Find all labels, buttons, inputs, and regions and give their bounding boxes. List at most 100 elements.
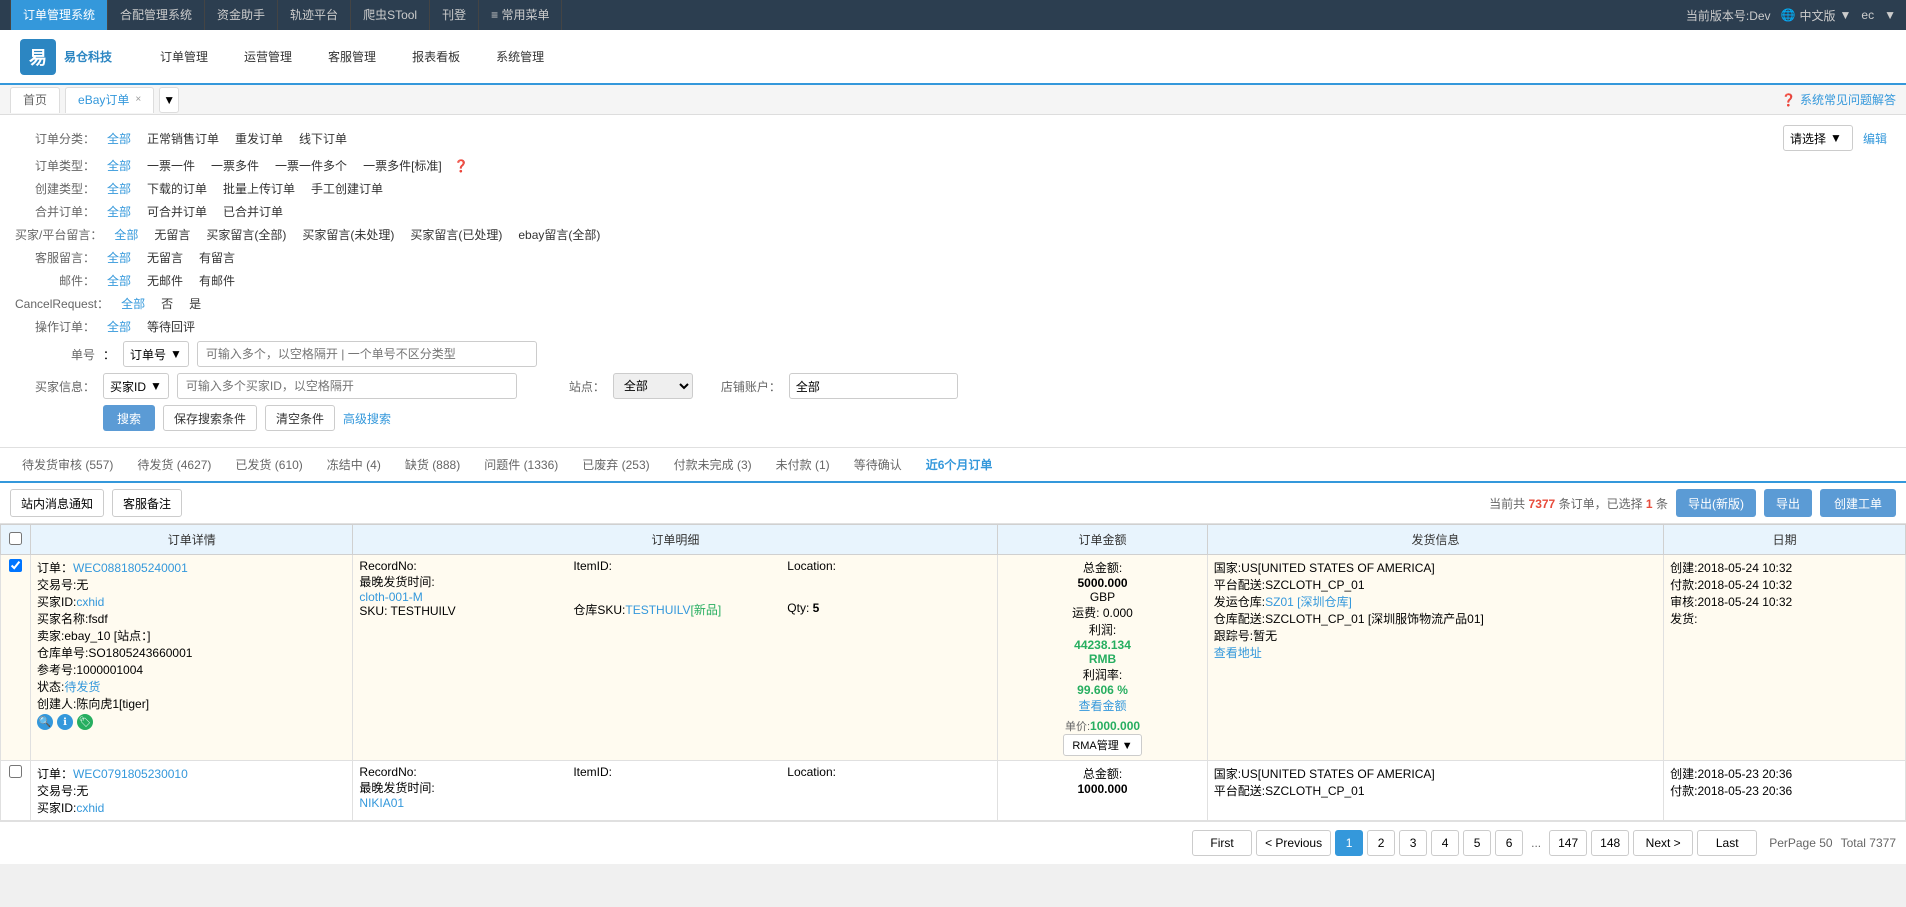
buyer-remark-all[interactable]: 全部	[110, 226, 142, 243]
attachment-none[interactable]: 无邮件	[143, 272, 187, 289]
cancel-all[interactable]: 全部	[117, 295, 149, 312]
row1-info-icon[interactable]: ℹ	[57, 714, 73, 730]
row1-tag-icon[interactable]: 🏷	[77, 714, 93, 730]
row1-buyer-id[interactable]: cxhid	[76, 595, 104, 609]
status-tab-pending-ship[interactable]: 待发货 (4627)	[125, 448, 223, 483]
page-5-button[interactable]: 5	[1463, 830, 1491, 856]
notify-button[interactable]: 站内消息通知	[10, 489, 104, 517]
model-type-multi-one[interactable]: 一票一件多个	[271, 157, 351, 174]
tab-dropdown[interactable]: ▼	[159, 87, 179, 113]
row1-view-details[interactable]: 查看金额	[1079, 699, 1127, 713]
status-tab-oos[interactable]: 缺货 (888)	[393, 448, 472, 483]
page-3-button[interactable]: 3	[1399, 830, 1427, 856]
create-order-button[interactable]: 创建工单	[1820, 489, 1896, 517]
save-search-button[interactable]: 保存搜索条件	[163, 405, 257, 431]
create-type-download[interactable]: 下载的订单	[143, 180, 211, 197]
order-no-type-select[interactable]: 订单号 ▼	[123, 341, 189, 367]
top-nav-item-crawler[interactable]: 爬虫STool	[351, 0, 430, 30]
shop-account-input[interactable]	[789, 373, 958, 399]
action-all[interactable]: 全部	[103, 318, 135, 335]
order-no-input[interactable]	[197, 341, 537, 367]
last-page-button[interactable]: Last	[1697, 830, 1757, 856]
top-nav-item-list[interactable]: 刊登	[430, 0, 479, 30]
status-tab-discarded[interactable]: 已废弃 (253)	[570, 448, 661, 483]
status-tab-unpaid[interactable]: 未付款 (1)	[764, 448, 842, 483]
row1-order-id[interactable]: WEC0881805240001	[73, 561, 188, 575]
model-type-one-one[interactable]: 一票一件	[143, 157, 199, 174]
page-2-button[interactable]: 2	[1367, 830, 1395, 856]
order-type-offline[interactable]: 线下订单	[295, 130, 351, 147]
type-select-dropdown[interactable]: 请选择 ▼	[1783, 125, 1853, 151]
create-type-batch[interactable]: 批量上传订单	[219, 180, 299, 197]
top-nav-item-finance[interactable]: 资金助手	[205, 0, 278, 30]
merge-can[interactable]: 可合并订单	[143, 203, 211, 220]
user-label[interactable]: ec	[1861, 8, 1874, 22]
customer-note-button[interactable]: 客服备注	[112, 489, 182, 517]
status-tab-unpaid-incomplete[interactable]: 付款未完成 (3)	[662, 448, 764, 483]
row1-warehouse-sku[interactable]: TESTHUILV	[625, 603, 690, 617]
menu-item-operation[interactable]: 运营管理	[226, 30, 310, 85]
page-4-button[interactable]: 4	[1431, 830, 1459, 856]
status-tab-frozen[interactable]: 冻结中 (4)	[315, 448, 393, 483]
buyer-info-input[interactable]	[177, 373, 517, 399]
row1-checkbox-cell[interactable]	[1, 555, 31, 761]
edit-filter-btn[interactable]: 编辑	[1859, 130, 1891, 147]
row2-checkbox[interactable]	[9, 765, 22, 778]
status-tab-shipped[interactable]: 已发货 (610)	[223, 448, 314, 483]
row2-cloth-link[interactable]: NIKIA01	[359, 796, 404, 810]
merge-done[interactable]: 已合并订单	[219, 203, 287, 220]
customer-remark-none[interactable]: 无留言	[143, 249, 187, 266]
help-link[interactable]: ❓ 系统常见问题解答	[1781, 91, 1896, 108]
buyer-remark-ebay[interactable]: ebay留言(全部)	[514, 226, 604, 243]
page-148-button[interactable]: 148	[1591, 830, 1629, 856]
buyer-remark-none[interactable]: 无留言	[150, 226, 194, 243]
top-nav-item-order[interactable]: 订单管理系统	[10, 0, 108, 30]
status-tab-problem[interactable]: 问题件 (1336)	[472, 448, 570, 483]
top-nav-item-match[interactable]: 合配管理系统	[108, 0, 205, 30]
order-type-all[interactable]: 全部	[103, 130, 135, 147]
menu-item-report[interactable]: 报表看板	[394, 30, 478, 85]
page-6-button[interactable]: 6	[1495, 830, 1523, 856]
tab-ebay[interactable]: eBay订单 ×	[65, 87, 154, 113]
buyer-remark-all2[interactable]: 买家留言(全部)	[202, 226, 290, 243]
model-type-all[interactable]: 全部	[103, 157, 135, 174]
buyer-info-type-select[interactable]: 买家ID ▼	[103, 373, 169, 399]
cancel-yes[interactable]: 是	[185, 295, 205, 312]
station-select[interactable]: 全部	[613, 373, 693, 399]
row1-cloth-link[interactable]: cloth-001-M	[359, 590, 422, 604]
row1-rma-btn[interactable]: RMA管理 ▼	[1063, 734, 1141, 756]
menu-item-customer[interactable]: 客服管理	[310, 30, 394, 85]
create-type-manual[interactable]: 手工创建订单	[307, 180, 387, 197]
tab-home[interactable]: 首页	[10, 87, 60, 113]
next-page-button[interactable]: Next >	[1633, 830, 1693, 856]
merge-all[interactable]: 全部	[103, 203, 135, 220]
tab-close-icon[interactable]: ×	[135, 87, 141, 113]
prev-page-button[interactable]: < Previous	[1256, 830, 1331, 856]
table-header-checkbox[interactable]	[1, 525, 31, 555]
row2-order-id[interactable]: WEC0791805230010	[73, 767, 188, 781]
page-1-button[interactable]: 1	[1335, 830, 1363, 856]
first-page-button[interactable]: First	[1192, 830, 1252, 856]
action-wait[interactable]: 等待回评	[143, 318, 199, 335]
buyer-remark-unhandled[interactable]: 买家留言(未处理)	[298, 226, 398, 243]
row1-checkbox[interactable]	[9, 559, 22, 572]
create-type-all[interactable]: 全部	[103, 180, 135, 197]
menu-item-order[interactable]: 订单管理	[142, 30, 226, 85]
row2-checkbox-cell[interactable]	[1, 761, 31, 821]
buyer-remark-handled[interactable]: 买家留言(已处理)	[406, 226, 506, 243]
top-nav-item-track[interactable]: 轨迹平台	[278, 0, 351, 30]
select-all-checkbox[interactable]	[9, 532, 22, 545]
model-type-one-many[interactable]: 一票多件	[207, 157, 263, 174]
language-selector[interactable]: 🌐 中文版 ▼	[1781, 7, 1852, 24]
order-type-resend[interactable]: 重发订单	[231, 130, 287, 147]
top-nav-item-common[interactable]: ≡ 常用菜单	[479, 0, 562, 30]
attachment-all[interactable]: 全部	[103, 272, 135, 289]
row1-search-icon[interactable]: 🔍	[37, 714, 53, 730]
row2-buyer-id[interactable]: cxhid	[76, 801, 104, 815]
model-type-help-icon[interactable]: ❓	[454, 159, 469, 173]
clear-button[interactable]: 清空条件	[265, 405, 335, 431]
advanced-search-link[interactable]: 高级搜索	[343, 410, 391, 427]
customer-remark-has[interactable]: 有留言	[195, 249, 239, 266]
attachment-has[interactable]: 有邮件	[195, 272, 239, 289]
customer-remark-all[interactable]: 全部	[103, 249, 135, 266]
